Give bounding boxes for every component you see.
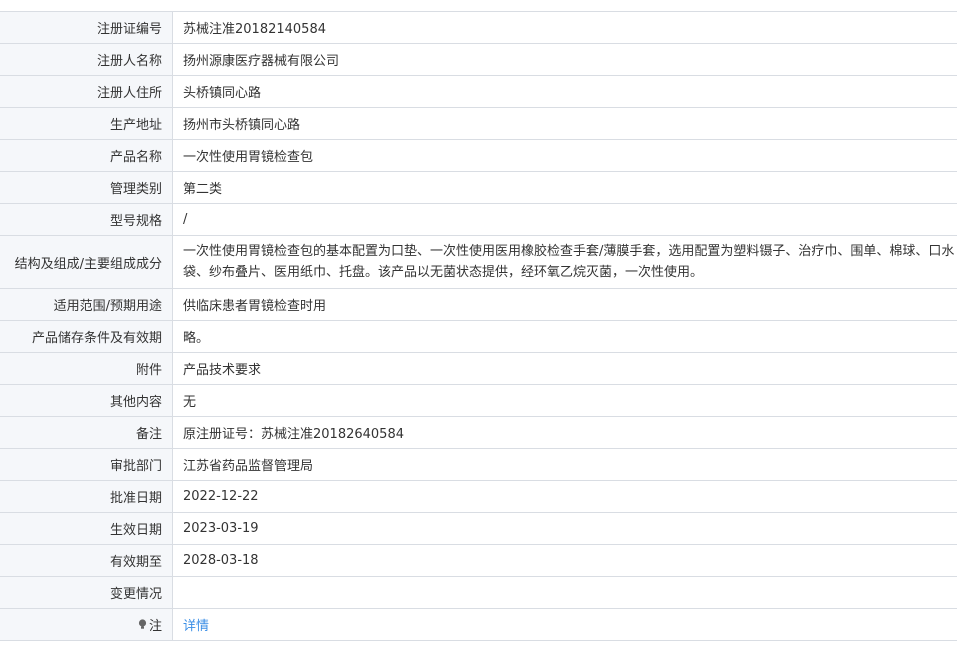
row-approval-department: 审批部门 江苏省药品监督管理局 [0,449,957,481]
row-intended-use: 适用范围/预期用途 供临床患者胃镜检查时用 [0,289,957,321]
row-label: 其他内容 [0,385,173,416]
row-value: 头桥镇同心路 [183,86,262,101]
row-label: 注册证编号 [0,12,173,43]
row-label: 备注 [0,417,173,448]
row-value: 苏械注准20182140584 [183,22,326,37]
row-registrant-address: 注册人住所 头桥镇同心路 [0,76,957,108]
lightbulb-icon [138,619,147,629]
row-label: 附件 [0,353,173,384]
row-attachment: 附件 产品技术要求 [0,353,957,385]
row-value: / [183,212,188,227]
row-registration-number: 注册证编号 苏械注准20182140584 [0,12,957,44]
registration-detail-table: 注册证编号 苏械注准20182140584 注册人名称 扬州源康医疗器械有限公司… [0,11,957,641]
row-value: 产品技术要求 [183,363,262,378]
row-value: 一次性使用胃镜检查包的基本配置为口垫、一次性使用医用橡胶检查手套/薄膜手套，选用… [183,244,955,280]
row-label: 产品名称 [0,140,173,171]
row-management-category: 管理类别 第二类 [0,172,957,204]
row-label: 注 [0,609,173,640]
row-label: 批准日期 [0,481,173,512]
row-value: 2022-12-22 [183,489,259,504]
row-value: 扬州源康医疗器械有限公司 [183,54,340,69]
row-label: 注册人名称 [0,44,173,75]
row-remarks: 备注 原注册证号：苏械注准20182640584 [0,417,957,449]
row-storage-validity: 产品储存条件及有效期 略。 [0,321,957,353]
row-value: 2023-03-19 [183,521,259,536]
row-value: 略。 [183,331,210,346]
row-registrant-name: 注册人名称 扬州源康医疗器械有限公司 [0,44,957,76]
row-product-name: 产品名称 一次性使用胃镜检查包 [0,140,957,172]
row-label: 生产地址 [0,108,173,139]
row-approval-date: 批准日期 2022-12-22 [0,481,957,513]
row-value: 供临床患者胃镜检查时用 [183,299,327,314]
row-value: 一次性使用胃镜检查包 [183,150,314,165]
row-production-address: 生产地址 扬州市头桥镇同心路 [0,108,957,140]
row-value: 原注册证号：苏械注准20182640584 [183,427,404,442]
row-label: 型号规格 [0,204,173,235]
row-label: 有效期至 [0,545,173,576]
row-effective-date: 生效日期 2023-03-19 [0,513,957,545]
row-value [173,577,957,608]
row-other-content: 其他内容 无 [0,385,957,417]
row-value: 2028-03-18 [183,553,259,568]
note-label: 注 [148,619,162,634]
row-label: 生效日期 [0,513,173,544]
details-link[interactable]: 详情 [183,615,209,634]
row-valid-until: 有效期至 2028-03-18 [0,545,957,577]
row-change-status: 变更情况 [0,577,957,609]
row-label: 注册人住所 [0,76,173,107]
row-value: 第二类 [183,182,223,197]
row-value: 无 [183,395,197,410]
row-model-spec: 型号规格 / [0,204,957,236]
row-structure-composition: 结构及组成/主要组成成分 一次性使用胃镜检查包的基本配置为口垫、一次性使用医用橡… [0,236,957,289]
row-value: 江苏省药品监督管理局 [183,459,314,474]
row-note: 注 详情 [0,609,957,641]
row-value: 详情 [173,609,957,640]
row-label: 产品储存条件及有效期 [0,321,173,352]
row-label: 管理类别 [0,172,173,203]
row-label: 适用范围/预期用途 [0,289,173,320]
row-value: 扬州市头桥镇同心路 [183,118,301,133]
row-label: 审批部门 [0,449,173,480]
row-label: 结构及组成/主要组成成分 [0,236,173,288]
row-label: 变更情况 [0,577,173,608]
